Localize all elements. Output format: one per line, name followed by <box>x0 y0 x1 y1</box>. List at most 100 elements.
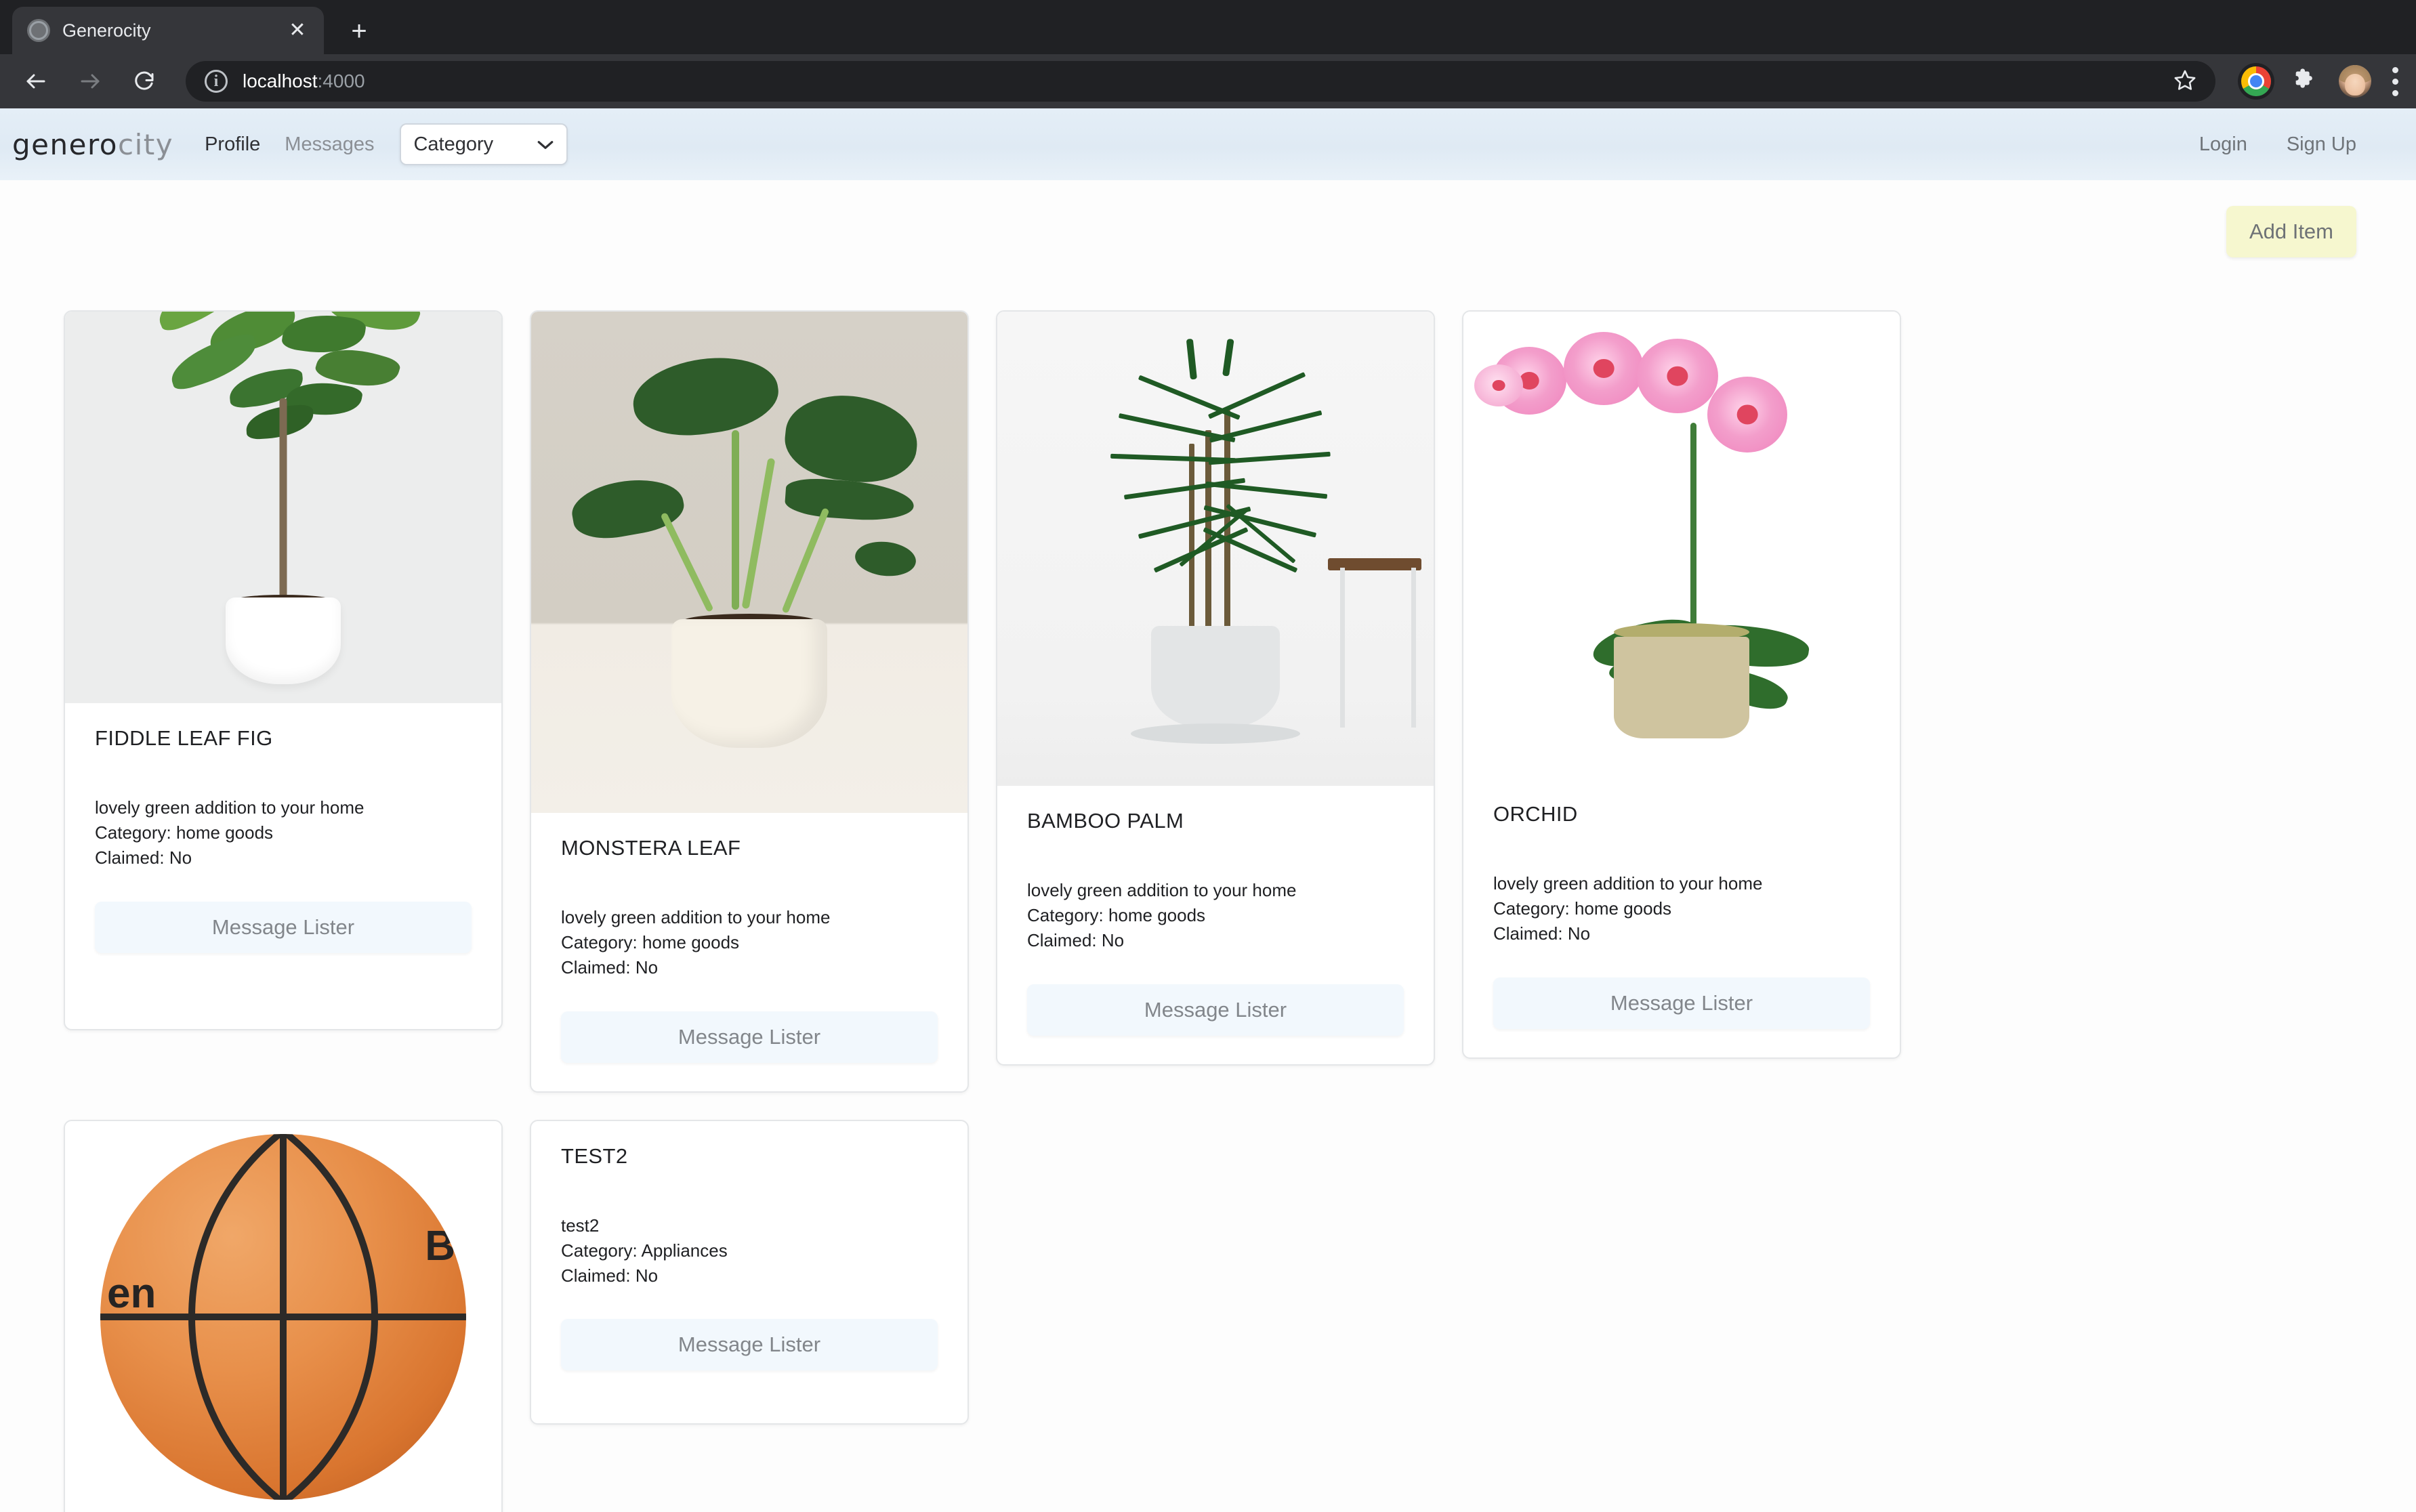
item-card[interactable]: en B BASKETBALL orange ball Category: Sp… <box>64 1119 503 1512</box>
card-description: lovely green addition to your home <box>1493 873 1763 894</box>
item-card[interactable]: TEST2 test2 Category: Appliances Claimed… <box>530 1119 969 1425</box>
nav-link-signup[interactable]: Sign Up <box>2287 133 2356 156</box>
orchid-flower <box>1707 377 1787 453</box>
bamboo-palm-photo <box>997 312 1434 786</box>
item-card[interactable]: ORCHID lovely green addition to your hom… <box>1462 310 1901 1059</box>
card-description: test2 <box>561 1215 600 1236</box>
item-card[interactable]: BAMBOO PALM lovely green addition to you… <box>996 310 1435 1066</box>
card-body: ORCHID lovely green addition to your hom… <box>1463 779 1900 1057</box>
reload-icon[interactable] <box>126 63 163 100</box>
globe-icon <box>27 19 50 42</box>
plant-leaf <box>781 390 921 488</box>
plant-leaf <box>853 539 918 579</box>
address-bar[interactable]: i localhost:4000 <box>186 61 2215 102</box>
avatar[interactable] <box>2339 65 2371 98</box>
basketball-photo: en B <box>65 1120 501 1512</box>
card-title: TEST2 <box>561 1143 628 1168</box>
card-details: lovely green addition to your home Categ… <box>1027 878 1404 953</box>
card-description: lovely green addition to your home <box>95 797 365 818</box>
plant-pot <box>1151 626 1280 728</box>
star-icon[interactable] <box>2173 68 2196 95</box>
category-select[interactable]: Category <box>400 123 568 165</box>
plant-pot <box>671 619 827 748</box>
close-icon[interactable]: ✕ <box>286 20 309 41</box>
plant-leaf <box>628 349 783 444</box>
card-claimed: Claimed: No <box>95 847 192 868</box>
item-grid: FIDDLE LEAF FIG lovely green addition to… <box>0 257 2416 1512</box>
message-lister-button[interactable]: Message Lister <box>95 901 472 953</box>
site-logo[interactable]: generocity <box>12 128 173 161</box>
monstera-leaf-photo <box>531 312 967 813</box>
url-port: :4000 <box>317 70 365 91</box>
card-title: ORCHID <box>1493 802 1578 826</box>
primary-nav: Profile Messages <box>205 133 374 156</box>
plant-stem <box>732 430 739 610</box>
card-details: test2 Category: Appliances Claimed: No <box>561 1213 938 1288</box>
forward-icon[interactable] <box>72 63 108 100</box>
plant-stem <box>741 457 776 610</box>
tab-title: Generocity <box>62 20 151 41</box>
chrome-icon[interactable] <box>2241 66 2271 96</box>
message-lister-button[interactable]: Message Lister <box>1027 984 1404 1036</box>
nav-link-messages[interactable]: Messages <box>285 133 374 156</box>
plant-stem <box>781 507 830 614</box>
basketball-graphic: en B <box>100 1133 466 1500</box>
kebab-menu-icon[interactable] <box>2392 66 2398 96</box>
card-title: FIDDLE LEAF FIG <box>95 726 273 750</box>
card-claimed: Claimed: No <box>1027 929 1125 950</box>
message-lister-button[interactable]: Message Lister <box>561 1011 938 1063</box>
card-details: lovely green addition to your home Categ… <box>95 795 472 870</box>
tab-strip: Generocity ✕ + <box>0 0 2416 54</box>
card-category: Category: home goods <box>1493 898 1672 919</box>
plant-leaf <box>784 476 915 524</box>
card-description: lovely green addition to your home <box>1027 880 1297 900</box>
card-body: TEST2 test2 Category: Appliances Claimed… <box>531 1121 967 1424</box>
page-content: Add Item FIDDLE LEAF FIG lovely green ad… <box>0 180 2416 1512</box>
orchid-flower <box>1564 332 1644 405</box>
card-title: BAMBOO PALM <box>1027 809 1184 833</box>
secondary-nav: Login Sign Up <box>2199 133 2393 156</box>
browser-toolbar: i localhost:4000 <box>0 54 2416 108</box>
chevron-down-icon <box>537 134 554 155</box>
orchid-stem <box>1690 423 1696 626</box>
orchid-flower <box>1637 339 1718 413</box>
card-category: Category: home goods <box>95 822 274 843</box>
card-spacer <box>561 1370 938 1395</box>
card-details: lovely green addition to your home Categ… <box>1493 871 1870 946</box>
card-description: lovely green addition to your home <box>561 907 831 927</box>
page-viewport: generocity Profile Messages Category Log… <box>0 108 2416 1512</box>
card-category: Category: home goods <box>1027 904 1206 925</box>
item-card[interactable]: MONSTERA LEAF lovely green addition to y… <box>530 310 969 1093</box>
message-lister-button[interactable]: Message Lister <box>561 1319 938 1371</box>
orchid-pot <box>1614 637 1749 738</box>
nav-link-login[interactable]: Login <box>2199 133 2247 156</box>
card-details: lovely green addition to your home Categ… <box>561 905 938 980</box>
card-claimed: Claimed: No <box>561 1265 659 1286</box>
card-body: MONSTERA LEAF lovely green addition to y… <box>531 813 967 1091</box>
browser-tab[interactable]: Generocity ✕ <box>12 7 324 54</box>
orchid-flower <box>1474 364 1523 406</box>
item-card[interactable]: FIDDLE LEAF FIG lovely green addition to… <box>64 310 503 1030</box>
stool <box>1328 558 1421 728</box>
card-claimed: Claimed: No <box>1493 923 1591 944</box>
logo-primary: genero <box>12 127 118 161</box>
toolbar-icons <box>2236 65 2398 98</box>
card-category: Category: Appliances <box>561 1240 728 1261</box>
plant-stem <box>279 398 287 602</box>
card-body: BAMBOO PALM lovely green addition to you… <box>997 786 1434 1064</box>
message-lister-button[interactable]: Message Lister <box>1493 977 1870 1029</box>
orchid-photo <box>1463 312 1900 779</box>
add-item-button[interactable]: Add Item <box>2226 206 2356 257</box>
plant-stem <box>660 511 714 613</box>
card-claimed: Claimed: No <box>561 957 659 978</box>
puzzle-icon[interactable] <box>2291 66 2318 97</box>
url-host: localhost <box>243 70 318 91</box>
nav-link-profile[interactable]: Profile <box>205 133 260 156</box>
url-text: localhost:4000 <box>243 70 365 92</box>
card-title: MONSTERA LEAF <box>561 836 741 860</box>
fiddle-leaf-fig-photo <box>65 312 501 703</box>
site-info-icon[interactable]: i <box>205 70 228 93</box>
new-tab-icon[interactable]: + <box>344 18 374 45</box>
logo-secondary: city <box>118 127 174 161</box>
back-icon[interactable] <box>18 63 54 100</box>
